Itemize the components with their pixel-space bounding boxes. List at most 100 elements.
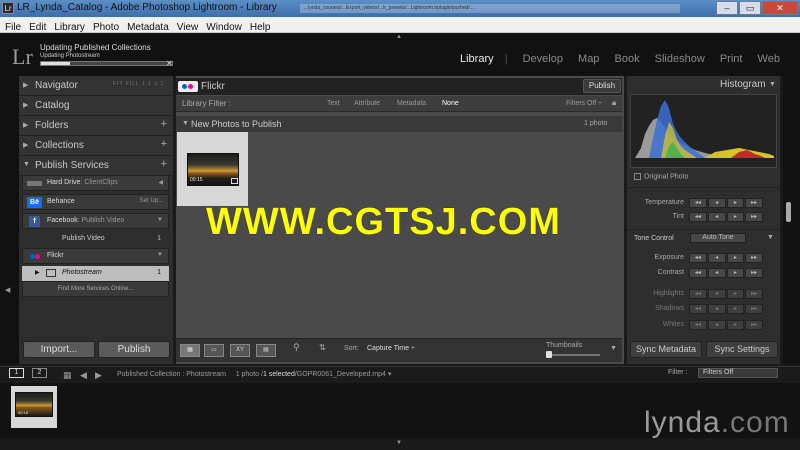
menu-file[interactable]: File [1, 20, 25, 33]
service-facebook[interactable]: f Facebook: Publish Video ▼ [22, 213, 169, 229]
new-photos-section-header[interactable]: ▼ New Photos to Publish 1 photo [176, 116, 622, 132]
module-web[interactable]: Web [758, 53, 780, 65]
right-panel-scrollbar[interactable] [786, 202, 791, 222]
catalog-header[interactable]: ▶ Catalog [19, 96, 173, 116]
collections-header[interactable]: ▶ Collections + [19, 136, 173, 156]
survey-view-icon[interactable]: ▤ [256, 344, 276, 357]
photostream-collection-icon [46, 269, 56, 277]
folders-header[interactable]: ▶ Folders + [19, 116, 173, 136]
menu-edit[interactable]: Edit [25, 20, 50, 33]
service-name: Facebook [47, 217, 78, 224]
filter-none[interactable]: None [442, 100, 459, 107]
filmstrip-breadcrumb[interactable]: Published Collection : Photostream 1 pho… [117, 370, 391, 378]
sort-dropdown[interactable]: Capture Time ÷ [367, 345, 415, 352]
module-print[interactable]: Print [720, 53, 743, 65]
sort-direction-icon[interactable]: ⇅ [319, 343, 326, 352]
collapse-triangle-icon[interactable]: ▼ [767, 234, 774, 241]
collection-photostream[interactable]: ▶ Photostream 1 [22, 266, 169, 281]
module-develop[interactable]: Develop [523, 53, 563, 65]
filter-attribute[interactable]: Attribute [354, 100, 380, 107]
row-label: Exposure [654, 254, 684, 261]
publish-services-header[interactable]: ▼ Publish Services + [19, 156, 173, 176]
navigator-header[interactable]: ▶ Navigator FIT FILL 1:1 3:1 [19, 76, 173, 96]
painter-spray-can-icon[interactable]: ⚲ [293, 342, 300, 353]
video-thumbnail[interactable]: 00:15 [187, 153, 239, 186]
step-buttons[interactable]: ◂◂ ◂ ▸ ▸▸ [689, 320, 763, 330]
loupe-view-icon[interactable]: ▭ [204, 344, 224, 357]
add-collection-icon[interactable]: + [161, 138, 167, 150]
add-publish-service-icon[interactable]: + [161, 158, 167, 170]
service-menu-arrow-icon[interactable]: ▼ [157, 217, 163, 223]
compare-view-icon[interactable]: XY [230, 344, 250, 357]
auto-tone-button[interactable]: Auto Tone [690, 233, 746, 243]
service-flickr[interactable]: Flickr ▼ [22, 248, 169, 264]
collection-publish-video[interactable]: Publish Video 1 [22, 232, 169, 247]
sync-settings-button[interactable]: Sync Settings [706, 341, 778, 358]
service-name: Flickr [47, 252, 64, 259]
module-library[interactable]: Library [460, 53, 494, 65]
filters-off-dropdown[interactable]: Filters Off ÷ [566, 100, 602, 107]
checkbox[interactable] [634, 173, 641, 180]
import-button[interactable]: Import... [23, 341, 95, 358]
forward-arrow-icon[interactable]: ▶ [95, 370, 102, 381]
library-filter-bar: Library Filter : Text Attribute Metadata… [176, 96, 622, 112]
service-menu-arrow-icon[interactable]: ▼ [157, 252, 163, 258]
service-setup-link[interactable]: Set Up... [140, 198, 163, 204]
minimize-button[interactable]: – [716, 1, 738, 15]
filter-text[interactable]: Text [327, 100, 340, 107]
filmstrip-filter-dropdown[interactable]: Filters Off [698, 368, 778, 378]
add-folder-icon[interactable]: + [161, 118, 167, 130]
collapse-top-panel-icon[interactable]: ▲ [396, 34, 402, 40]
close-window-button[interactable]: ✕ [762, 1, 798, 15]
navigator-zoom-options[interactable]: FIT FILL 1:1 3:1 [113, 81, 164, 87]
lynda-watermark: lynda.com [644, 406, 790, 440]
publish-left-button[interactable]: Publish [98, 341, 170, 358]
step-buttons[interactable]: ◂◂ ◂ ▸ ▸▸ [689, 212, 763, 222]
module-book[interactable]: Book [615, 53, 640, 65]
menu-view[interactable]: View [173, 20, 203, 33]
filter-metadata[interactable]: Metadata [397, 100, 426, 107]
service-name: Hard Drive [47, 179, 81, 186]
grid-icon[interactable]: ▦ [63, 370, 72, 381]
primary-window-button[interactable]: 1 [9, 368, 24, 378]
original-photo-toggle[interactable]: Original Photo [634, 173, 688, 180]
lock-icon[interactable]: 🔒︎ [612, 98, 616, 108]
module-slideshow[interactable]: Slideshow [655, 53, 705, 65]
secondary-window-button[interactable]: 2 [32, 368, 47, 378]
step-buttons[interactable]: ◂◂ ◂ ▸ ▸▸ [689, 268, 763, 278]
section-count: 1 photo [584, 120, 608, 127]
step-buttons[interactable]: ◂◂ ◂ ▸ ▸▸ [689, 253, 763, 263]
sync-metadata-button[interactable]: Sync Metadata [630, 341, 702, 358]
cancel-progress-icon[interactable]: ✕ [166, 59, 173, 68]
maximize-button[interactable]: ▭ [739, 1, 761, 15]
menu-photo[interactable]: Photo [89, 20, 123, 33]
service-hard-drive[interactable]: Hard Drive: ClientClips ◀ [22, 175, 169, 191]
find-more-services-button[interactable]: Find More Services Online... [22, 281, 169, 297]
module-map[interactable]: Map [578, 53, 599, 65]
histogram-header[interactable]: Histogram ▼ [627, 78, 780, 93]
menu-window[interactable]: Window [202, 20, 246, 33]
step-buttons[interactable]: ◂◂ ◂ ▸ ▸▸ [689, 304, 763, 314]
service-menu-arrow-icon[interactable]: ◀ [158, 179, 163, 186]
lynda-text: lynda [644, 406, 721, 439]
collection-header: Flickr [176, 78, 622, 95]
thumbnail-size-slider[interactable] [546, 351, 600, 358]
menu-help[interactable]: Help [246, 20, 275, 33]
grid-view-icon[interactable]: ▦ [180, 344, 200, 357]
lightroom-app-icon[interactable]: Lr [2, 2, 14, 14]
quick-develop-temperature: Temperature ◂◂ ◂ ▸ ▸▸ [627, 198, 780, 210]
back-arrow-icon[interactable]: ◀ [80, 370, 87, 381]
slider-knob[interactable] [546, 351, 552, 358]
module-picker: Library | Develop Map Book Slideshow Pri… [460, 53, 780, 65]
menu-metadata[interactable]: Metadata [123, 20, 173, 33]
service-behance[interactable]: Bē Behance Set Up... [22, 194, 169, 210]
step-buttons[interactable]: ◂◂ ◂ ▸ ▸▸ [689, 289, 763, 299]
progress-bar [40, 61, 173, 66]
publish-button[interactable]: Publish [583, 79, 621, 93]
filmstrip-thumbnail[interactable]: 00:15 [11, 386, 57, 428]
step-buttons[interactable]: ◂◂ ◂ ▸ ▸▸ [689, 198, 763, 208]
collapse-left-panel-icon[interactable]: ◀ [5, 286, 10, 294]
toolbar-options-icon[interactable]: ▼ [610, 345, 617, 352]
menu-library[interactable]: Library [50, 20, 89, 33]
collapse-bottom-panel-icon[interactable]: ▼ [396, 440, 402, 446]
